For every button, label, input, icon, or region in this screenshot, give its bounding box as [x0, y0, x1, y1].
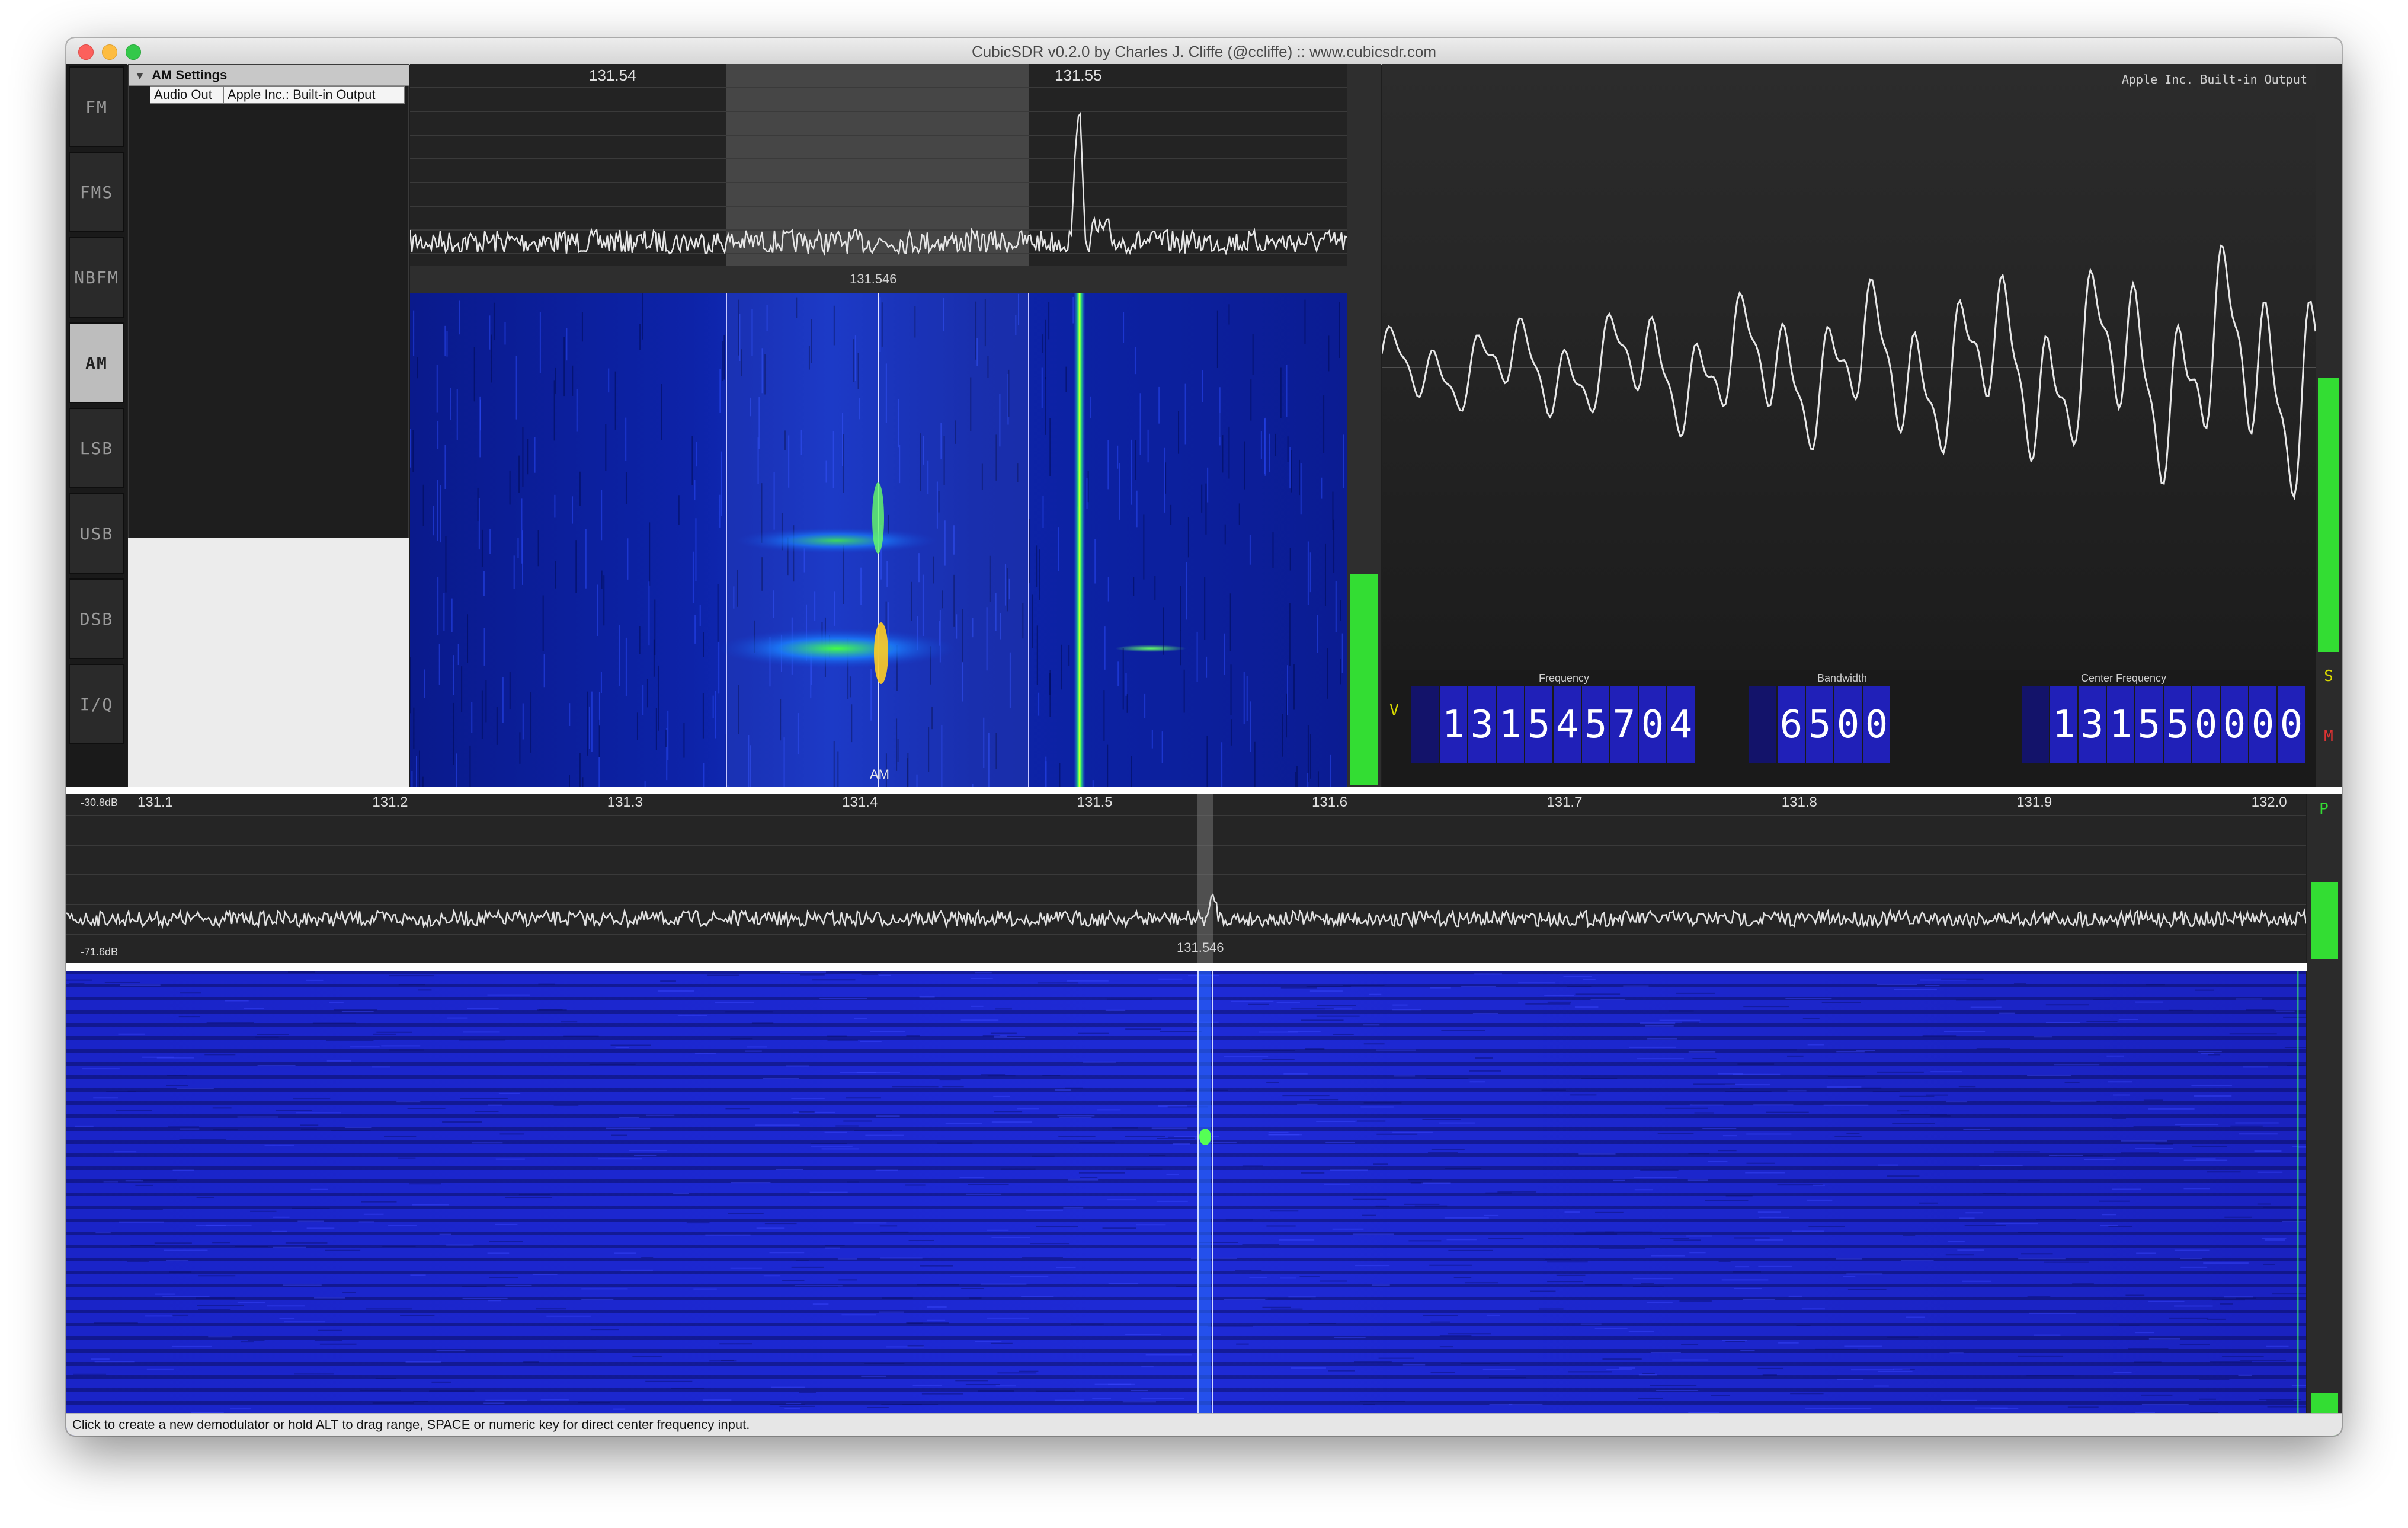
- center-frequency-label: 131.546: [850, 271, 897, 286]
- digit-cell[interactable]: 0: [2221, 686, 2248, 763]
- digit-cell[interactable]: 6: [1778, 686, 1805, 763]
- settings-panel: ▼ AM Settings Audio Out Apple Inc.: Buil…: [128, 64, 409, 787]
- center-frequency-input[interactable]: 131550000: [2022, 686, 2306, 763]
- settings-grid: ▼ AM Settings Audio Out Apple Inc.: Buil…: [128, 64, 409, 538]
- squelch-meter[interactable]: S M: [2316, 64, 2342, 787]
- mode-marker: AM: [870, 767, 889, 782]
- tick-label: 131.55: [1055, 66, 1102, 84]
- peak-label[interactable]: P: [2311, 800, 2337, 818]
- digit-cell[interactable]: 4: [1554, 686, 1581, 763]
- mode-button-iq[interactable]: I/Q: [69, 664, 124, 744]
- app-window: CubicSDR v0.2.0 by Charles J. Cliffe (@c…: [66, 38, 2342, 1436]
- audio-out-label: Audio Out: [150, 86, 223, 104]
- view-lock-label[interactable]: V: [1383, 702, 1405, 720]
- settings-title: AM Settings: [152, 68, 228, 82]
- frequency-input[interactable]: 131545704: [1411, 686, 1696, 763]
- oscilloscope: Apple Inc. Built-in Output: [1382, 64, 2316, 670]
- tick-label: 131.8: [1781, 794, 1817, 810]
- divider: [66, 787, 2342, 794]
- mode-button-usb[interactable]: USB: [69, 493, 124, 574]
- tick-label: 131.1: [137, 794, 174, 810]
- squelch-level-fill: [2318, 378, 2339, 652]
- mute-label[interactable]: M: [2316, 728, 2342, 746]
- divider: [66, 963, 2342, 971]
- bandwidth-caption: Bandwidth: [1817, 672, 1868, 684]
- settings-header[interactable]: ▼ AM Settings: [129, 65, 409, 86]
- title-bar[interactable]: CubicSDR v0.2.0 by Charles J. Cliffe (@c…: [66, 38, 2342, 65]
- tick-label: 131.7: [1546, 794, 1583, 810]
- audio-out-value[interactable]: Apple Inc.: Built-in Output: [223, 86, 405, 104]
- bandwidth-input[interactable]: 6500: [1749, 686, 1891, 763]
- digit-cell[interactable]: 0: [1834, 686, 1862, 763]
- mode-button-fms[interactable]: FMS: [69, 152, 124, 232]
- frequency-caption: Frequency: [1539, 672, 1590, 684]
- digit-cell[interactable]: 0: [1639, 686, 1666, 763]
- audio-level-fill: [1350, 574, 1378, 785]
- db-bottom-label: -71.6dB: [81, 946, 119, 958]
- digit-cell[interactable]: 3: [2079, 686, 2106, 763]
- tick-label: 131.5: [1077, 794, 1113, 810]
- scope-output-label: Apple Inc. Built-in Output: [2121, 72, 2307, 87]
- frequency-panel: Frequency Bandwidth Center Frequency 131…: [1382, 670, 2316, 787]
- mode-button-dsb[interactable]: DSB: [69, 578, 124, 659]
- digit-cell[interactable]: 4: [1667, 686, 1695, 763]
- db-top-label: -30.8dB: [81, 797, 119, 808]
- digit-cell[interactable]: 1: [1497, 686, 1524, 763]
- center-frequency-label: 131.546: [1177, 940, 1224, 955]
- digit-cell[interactable]: [1411, 686, 1439, 763]
- mode-button-lsb[interactable]: LSB: [69, 408, 124, 488]
- oscilloscope-plot: [1382, 244, 2316, 500]
- main-waterfall[interactable]: AM: [66, 971, 2306, 1436]
- digit-cell[interactable]: 3: [1468, 686, 1496, 763]
- main-waterfall-plot: [66, 971, 2306, 1436]
- status-bar: Click to create a new demodulator or hol…: [66, 1413, 2342, 1436]
- digit-cell[interactable]: [2022, 686, 2049, 763]
- digit-cell[interactable]: 0: [2278, 686, 2305, 763]
- mode-button-am[interactable]: AM: [69, 322, 124, 403]
- digit-cell[interactable]: 0: [2192, 686, 2220, 763]
- digit-cell[interactable]: 7: [1610, 686, 1638, 763]
- digit-cell[interactable]: 5: [1525, 686, 1552, 763]
- tick-label: 131.3: [607, 794, 643, 810]
- mode-button-fm[interactable]: FM: [69, 66, 124, 147]
- collapse-triangle-icon[interactable]: ▼: [135, 70, 145, 82]
- mode-button-nbfm[interactable]: NBFM: [69, 237, 124, 318]
- digit-cell[interactable]: 5: [1582, 686, 1609, 763]
- zoomed-spectrum-plot: [410, 64, 1347, 293]
- zoomed-spectrum[interactable]: 131.54 131.55 131.546: [410, 64, 1347, 293]
- tick-label: 131.6: [1312, 794, 1348, 810]
- window-title: CubicSDR v0.2.0 by Charles J. Cliffe (@c…: [971, 43, 1436, 60]
- digit-cell[interactable]: 5: [1806, 686, 1833, 763]
- digit-cell[interactable]: 1: [2050, 686, 2077, 763]
- zoomed-waterfall[interactable]: AM: [410, 293, 1347, 787]
- peak-hold-meter[interactable]: P: [2307, 794, 2342, 1436]
- tick-label: 131.54: [589, 66, 636, 84]
- digit-cell[interactable]: 5: [2135, 686, 2163, 763]
- main-spectrum-plot: [66, 794, 2306, 963]
- digit-cell[interactable]: 0: [1863, 686, 1890, 763]
- peak-level-fill: [2311, 882, 2338, 959]
- center-frequency-caption: Center Frequency: [2081, 672, 2167, 684]
- digit-cell[interactable]: 1: [2107, 686, 2134, 763]
- digit-cell[interactable]: 0: [2249, 686, 2276, 763]
- digit-cell[interactable]: 1: [1440, 686, 1467, 763]
- digit-cell[interactable]: [1749, 686, 1776, 763]
- tick-label: 132.0: [2251, 794, 2287, 810]
- digit-cell[interactable]: 5: [2164, 686, 2191, 763]
- zoomed-waterfall-plot: [410, 293, 1344, 787]
- main-spectrum[interactable]: -30.8dB -71.6dB 131.1 131.2 131.3 131.4 131.…: [66, 794, 2306, 963]
- tick-label: 131.9: [2016, 794, 2052, 810]
- tick-label: 131.4: [842, 794, 878, 810]
- audio-level-meter[interactable]: [1347, 64, 1381, 787]
- mode-selector: FM FMS NBFM AM LSB USB DSB I/Q: [66, 64, 127, 787]
- tick-label: 131.2: [372, 794, 408, 810]
- squelch-label[interactable]: S: [2316, 667, 2342, 685]
